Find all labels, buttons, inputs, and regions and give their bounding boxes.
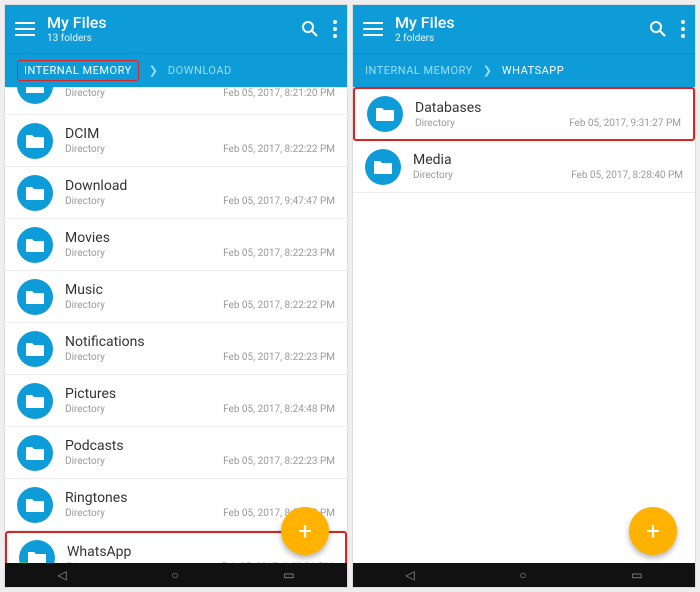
item-name: Databases xyxy=(415,100,681,116)
list-item[interactable]: Notifications Directory Feb 05, 2017, 8:22… xyxy=(5,323,347,375)
app-title: My Files xyxy=(395,13,635,32)
hamburger-icon[interactable] xyxy=(363,21,383,37)
list-item[interactable]: Download Directory Feb 05, 2017, 9:47:47 P… xyxy=(5,167,347,219)
breadcrumb-internal-memory[interactable]: INTERNAL MEMORY xyxy=(365,64,473,77)
item-timestamp: Feb 05, 2017, 8:22:22 PM xyxy=(223,144,335,155)
item-type: Directory xyxy=(65,144,105,155)
folder-icon xyxy=(17,331,53,367)
item-type: Directory xyxy=(65,196,105,207)
item-type: Directory xyxy=(65,300,105,311)
folder-list[interactable]: Databases Directory Feb 05, 2017, 9:31:27 … xyxy=(353,87,695,563)
app-bar: My Files 13 folders xyxy=(5,5,347,53)
item-timestamp: Feb 05, 2017, 9:00:21 PM xyxy=(221,562,333,564)
folder-icon xyxy=(17,227,53,263)
app-title: My Files xyxy=(47,13,287,32)
app-subtitle: 2 folders xyxy=(395,33,635,45)
nav-home-icon[interactable]: ○ xyxy=(171,568,178,582)
item-type: Directory xyxy=(65,248,105,259)
item-name: Podcasts xyxy=(65,438,335,454)
list-item[interactable]: Podcasts Directory Feb 05, 2017, 8:22:23 P… xyxy=(5,427,347,479)
breadcrumb-download[interactable]: DOWNLOAD xyxy=(168,64,232,77)
item-name: Movies xyxy=(65,230,335,246)
item-type: Directory xyxy=(65,508,105,519)
item-type: Directory xyxy=(65,88,105,99)
folder-icon xyxy=(17,279,53,315)
chevron-right-icon: ❯ xyxy=(483,64,492,77)
list-item[interactable]: Directory Feb 05, 2017, 8:21:20 PM xyxy=(5,87,347,115)
add-fab[interactable]: + xyxy=(629,507,677,555)
item-type: Directory xyxy=(65,404,105,415)
app-subtitle: 13 folders xyxy=(47,33,287,45)
plus-icon: + xyxy=(298,519,312,543)
folder-icon xyxy=(17,383,53,419)
breadcrumb: INTERNAL MEMORY ❯ WHATSAPP xyxy=(353,53,695,87)
add-fab[interactable]: + xyxy=(281,507,329,555)
list-item[interactable]: DCIM Directory Feb 05, 2017, 8:22:22 PM xyxy=(5,115,347,167)
list-item[interactable]: Databases Directory Feb 05, 2017, 9:31:27 … xyxy=(353,87,695,141)
item-timestamp: Feb 05, 2017, 8:24:48 PM xyxy=(223,404,335,415)
overflow-menu-icon[interactable] xyxy=(681,20,685,38)
chevron-right-icon: ❯ xyxy=(149,64,158,77)
item-type: Directory xyxy=(65,456,105,467)
folder-icon xyxy=(17,435,53,471)
breadcrumb: INTERNAL MEMORY ❯ DOWNLOAD xyxy=(5,53,347,87)
item-name: DCIM xyxy=(65,126,335,142)
nav-home-icon[interactable]: ○ xyxy=(519,568,526,582)
item-timestamp: Feb 05, 2017, 8:28:40 PM xyxy=(571,170,683,181)
item-type: Directory xyxy=(415,118,455,129)
item-timestamp: Feb 05, 2017, 9:47:47 PM xyxy=(223,196,335,207)
folder-icon xyxy=(19,540,55,563)
nav-bar: ◁ ○ ▭ xyxy=(353,563,695,587)
list-item[interactable]: Pictures Directory Feb 05, 2017, 8:24:48 P… xyxy=(5,375,347,427)
breadcrumb-internal-memory[interactable]: INTERNAL MEMORY xyxy=(17,60,139,81)
item-timestamp: Feb 05, 2017, 8:21:20 PM xyxy=(223,88,335,99)
search-icon[interactable] xyxy=(649,20,667,38)
item-type: Directory xyxy=(65,352,105,363)
list-item[interactable]: Movies Directory Feb 05, 2017, 8:22:23 PM xyxy=(5,219,347,271)
nav-recent-icon[interactable]: ▭ xyxy=(283,568,294,582)
folder-icon xyxy=(365,149,401,185)
item-name: Music xyxy=(65,282,335,298)
folder-icon xyxy=(17,123,53,159)
folder-icon xyxy=(17,87,53,104)
item-timestamp: Feb 05, 2017, 8:22:23 PM xyxy=(223,248,335,259)
folder-list[interactable]: Directory Feb 05, 2017, 8:21:20 PM DCIM Dir… xyxy=(5,87,347,563)
app-bar: My Files 2 folders xyxy=(353,5,695,53)
folder-icon xyxy=(17,487,53,523)
item-name: Media xyxy=(413,152,683,168)
list-item[interactable]: Music Directory Feb 05, 2017, 8:22:22 PM xyxy=(5,271,347,323)
nav-bar: ◁ ○ ▭ xyxy=(5,563,347,587)
overflow-menu-icon[interactable] xyxy=(333,20,337,38)
item-timestamp: Feb 05, 2017, 8:22:22 PM xyxy=(223,300,335,311)
item-timestamp: Feb 05, 2017, 8:22:23 PM xyxy=(223,352,335,363)
nav-back-icon[interactable]: ◁ xyxy=(57,568,66,582)
nav-back-icon[interactable]: ◁ xyxy=(405,568,414,582)
item-name: Ringtones xyxy=(65,490,335,506)
list-item[interactable]: Media Directory Feb 05, 2017, 8:28:40 PM xyxy=(353,141,695,193)
item-type: Directory xyxy=(67,562,107,564)
item-name: Download xyxy=(65,178,335,194)
hamburger-icon[interactable] xyxy=(15,21,35,37)
search-icon[interactable] xyxy=(301,20,319,38)
nav-recent-icon[interactable]: ▭ xyxy=(631,568,642,582)
item-timestamp: Feb 05, 2017, 8:22:23 PM xyxy=(223,456,335,467)
folder-icon xyxy=(17,175,53,211)
item-type: Directory xyxy=(413,170,453,181)
item-name: Notifications xyxy=(65,334,335,350)
item-timestamp: Feb 05, 2017, 9:31:27 PM xyxy=(569,118,681,129)
breadcrumb-whatsapp[interactable]: WHATSAPP xyxy=(502,64,564,77)
plus-icon: + xyxy=(646,519,660,543)
folder-icon xyxy=(367,96,403,132)
item-name: Pictures xyxy=(65,386,335,402)
